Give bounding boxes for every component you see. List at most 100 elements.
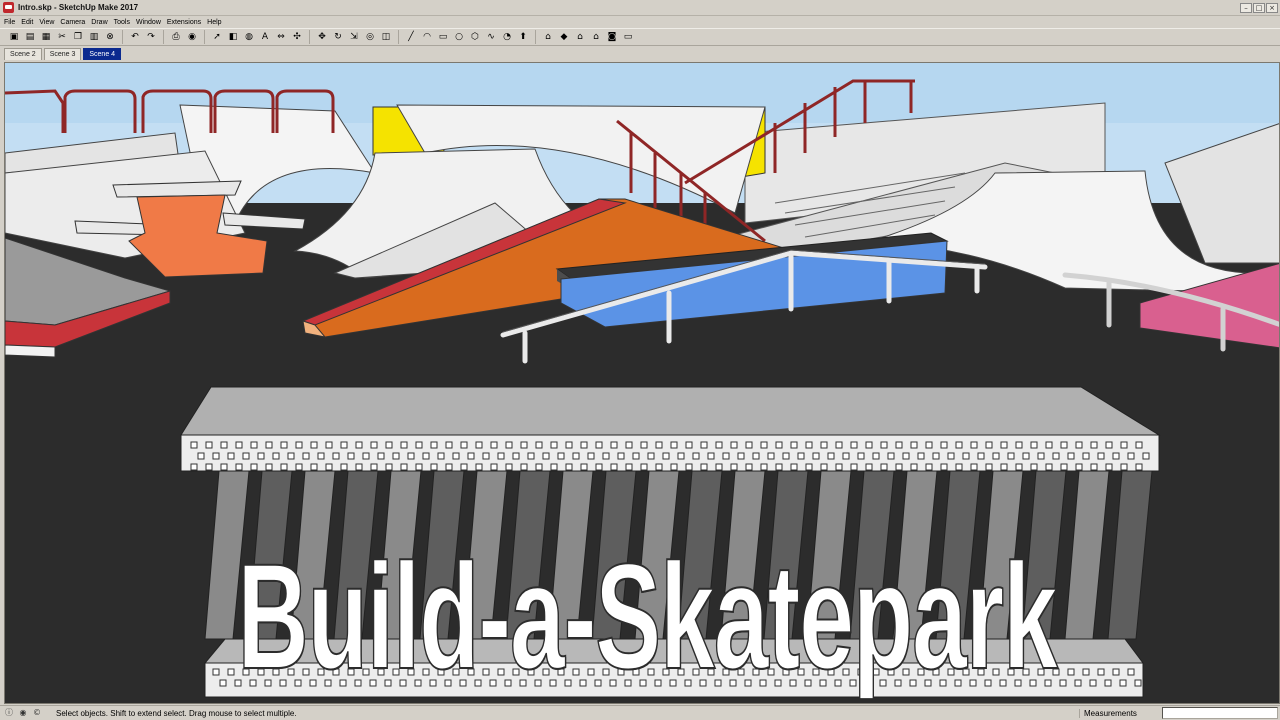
ledge-dot <box>250 463 258 471</box>
ledge-dot <box>317 452 325 460</box>
ledge-dot <box>947 452 955 460</box>
measurements-input[interactable] <box>1162 707 1278 719</box>
window-controls: – □ × <box>1240 2 1278 13</box>
undo-icon[interactable]: ↶ <box>128 30 142 44</box>
scale-icon[interactable]: ⇲ <box>347 30 361 44</box>
arc-icon[interactable]: ◠ <box>420 30 434 44</box>
house-icon[interactable]: ⌂ <box>589 30 603 44</box>
ledge-dot <box>760 463 768 471</box>
menu-window[interactable]: Window <box>136 19 161 26</box>
scene-tab-scene-2[interactable]: Scene 2 <box>4 48 42 60</box>
menu-bar: File Edit View Camera Draw Tools Window Extensi… <box>0 16 1280 28</box>
info-icon[interactable]: ⓘ <box>4 708 14 718</box>
eraser-icon[interactable]: ◧ <box>226 30 240 44</box>
ledge-dot <box>482 452 490 460</box>
ledge-dot <box>280 463 288 471</box>
paint-bucket-icon[interactable]: ◍ <box>242 30 256 44</box>
follow-me-icon[interactable]: ◎ <box>363 30 377 44</box>
text-icon[interactable]: A <box>258 30 272 44</box>
camera-icon[interactable]: ◙ <box>605 30 619 44</box>
ledge-dot <box>430 463 438 471</box>
ledge-dot <box>385 441 393 449</box>
menu-help[interactable]: Help <box>207 19 221 26</box>
warehouse-icon[interactable]: ⌂ <box>541 30 555 44</box>
ledge-dot <box>962 452 970 460</box>
ledge-dot <box>1105 463 1113 471</box>
ledge-dot <box>850 441 858 449</box>
rectangle-icon[interactable]: ▭ <box>436 30 450 44</box>
section-icon[interactable]: ▭ <box>621 30 635 44</box>
component-icon[interactable]: ◆ <box>557 30 571 44</box>
ledge-dot <box>205 463 213 471</box>
menu-extensions[interactable]: Extensions <box>167 19 201 26</box>
ledge-dot <box>910 441 918 449</box>
freehand-icon[interactable]: ∿ <box>484 30 498 44</box>
push-pull-icon[interactable]: ⬆ <box>516 30 530 44</box>
home-icon[interactable]: ⌂ <box>573 30 587 44</box>
ledge-dot <box>1075 441 1083 449</box>
paste-icon[interactable]: ▥ <box>87 30 101 44</box>
ledge-dot <box>805 463 813 471</box>
line-icon[interactable]: ╱ <box>404 30 418 44</box>
save-icon[interactable]: ▦ <box>39 30 53 44</box>
menu-file[interactable]: File <box>4 19 15 26</box>
copy-icon[interactable]: ❐ <box>71 30 85 44</box>
3d-viewport[interactable]: Build-a-Skatepark <box>4 62 1280 704</box>
ledge-dot <box>1090 463 1098 471</box>
cut-icon[interactable]: ✂ <box>55 30 69 44</box>
ledge-dot <box>190 441 198 449</box>
rotate-icon[interactable]: ↻ <box>331 30 345 44</box>
geo-location-icon[interactable]: ◉ <box>18 708 28 718</box>
scene-tab-scene-4[interactable]: Scene 4 <box>83 48 122 60</box>
move-icon[interactable]: ✥ <box>315 30 329 44</box>
toolbar: ▣ ▤ ▦ ✂ ❐ ▥ ⊗ ↶ ↷ ⎙ ◉ ➚ ◧ ◍ A ⇔ ✣ ✥ ↻ ⇲ ◎ ◫ ╱ ◠ ▭ ○ ⬡ ∿ ◔ ⬆ ⌂ ◆ ⌂ ⌂ ◙ ▭ <box>0 28 1280 46</box>
open-file-icon[interactable]: ▤ <box>23 30 37 44</box>
measurements-label: Measurements <box>1079 708 1159 718</box>
ledge-dot <box>970 441 978 449</box>
menu-camera[interactable]: Camera <box>60 19 85 26</box>
ledge-dot <box>805 441 813 449</box>
polygon-icon[interactable]: ⬡ <box>468 30 482 44</box>
ledge-dot <box>850 463 858 471</box>
offset-icon[interactable]: ◫ <box>379 30 393 44</box>
sketchup-window: Intro.skp - SketchUp Make 2017 – □ × Fil… <box>0 0 1280 720</box>
pie-icon[interactable]: ◔ <box>500 30 514 44</box>
tape-measure-icon[interactable]: ⇔ <box>274 30 288 44</box>
close-button[interactable]: × <box>1266 2 1278 13</box>
toolbar-group: ╱ ◠ ▭ ○ ⬡ ∿ ◔ ⬆ <box>398 30 531 44</box>
menu-tools[interactable]: Tools <box>114 19 130 26</box>
circle-icon[interactable]: ○ <box>452 30 466 44</box>
ledge-dot <box>730 441 738 449</box>
ledge-dot <box>565 441 573 449</box>
new-file-icon[interactable]: ▣ <box>7 30 21 44</box>
ledge-dot <box>580 441 588 449</box>
credits-icon[interactable]: © <box>32 708 42 718</box>
print-icon[interactable]: ⎙ <box>169 30 183 44</box>
ledge-dot <box>1082 452 1090 460</box>
ledge-dot <box>400 441 408 449</box>
ledge-dot <box>752 452 760 460</box>
menu-view[interactable]: View <box>39 19 54 26</box>
ledge-dot <box>235 441 243 449</box>
ledge-dot <box>415 441 423 449</box>
select-icon[interactable]: ➚ <box>210 30 224 44</box>
menu-edit[interactable]: Edit <box>21 19 33 26</box>
ledge-dot <box>632 452 640 460</box>
scene-tab-scene-3[interactable]: Scene 3 <box>43 48 82 60</box>
ledge-dot <box>1007 452 1015 460</box>
ledge-dot <box>1074 679 1082 687</box>
minimize-button[interactable]: – <box>1240 2 1252 13</box>
ledge-dot <box>1015 463 1023 471</box>
menu-draw[interactable]: Draw <box>91 19 107 26</box>
model-info-icon[interactable]: ◉ <box>185 30 199 44</box>
redo-icon[interactable]: ↷ <box>144 30 158 44</box>
axes-icon[interactable]: ✣ <box>290 30 304 44</box>
ledge-dot <box>985 441 993 449</box>
maximize-button[interactable]: □ <box>1253 2 1265 13</box>
ledge-dot <box>377 452 385 460</box>
ledge-dot <box>835 463 843 471</box>
ledge-dot <box>887 452 895 460</box>
erase-icon[interactable]: ⊗ <box>103 30 117 44</box>
ledge-dot <box>715 441 723 449</box>
ledge-dot <box>865 441 873 449</box>
